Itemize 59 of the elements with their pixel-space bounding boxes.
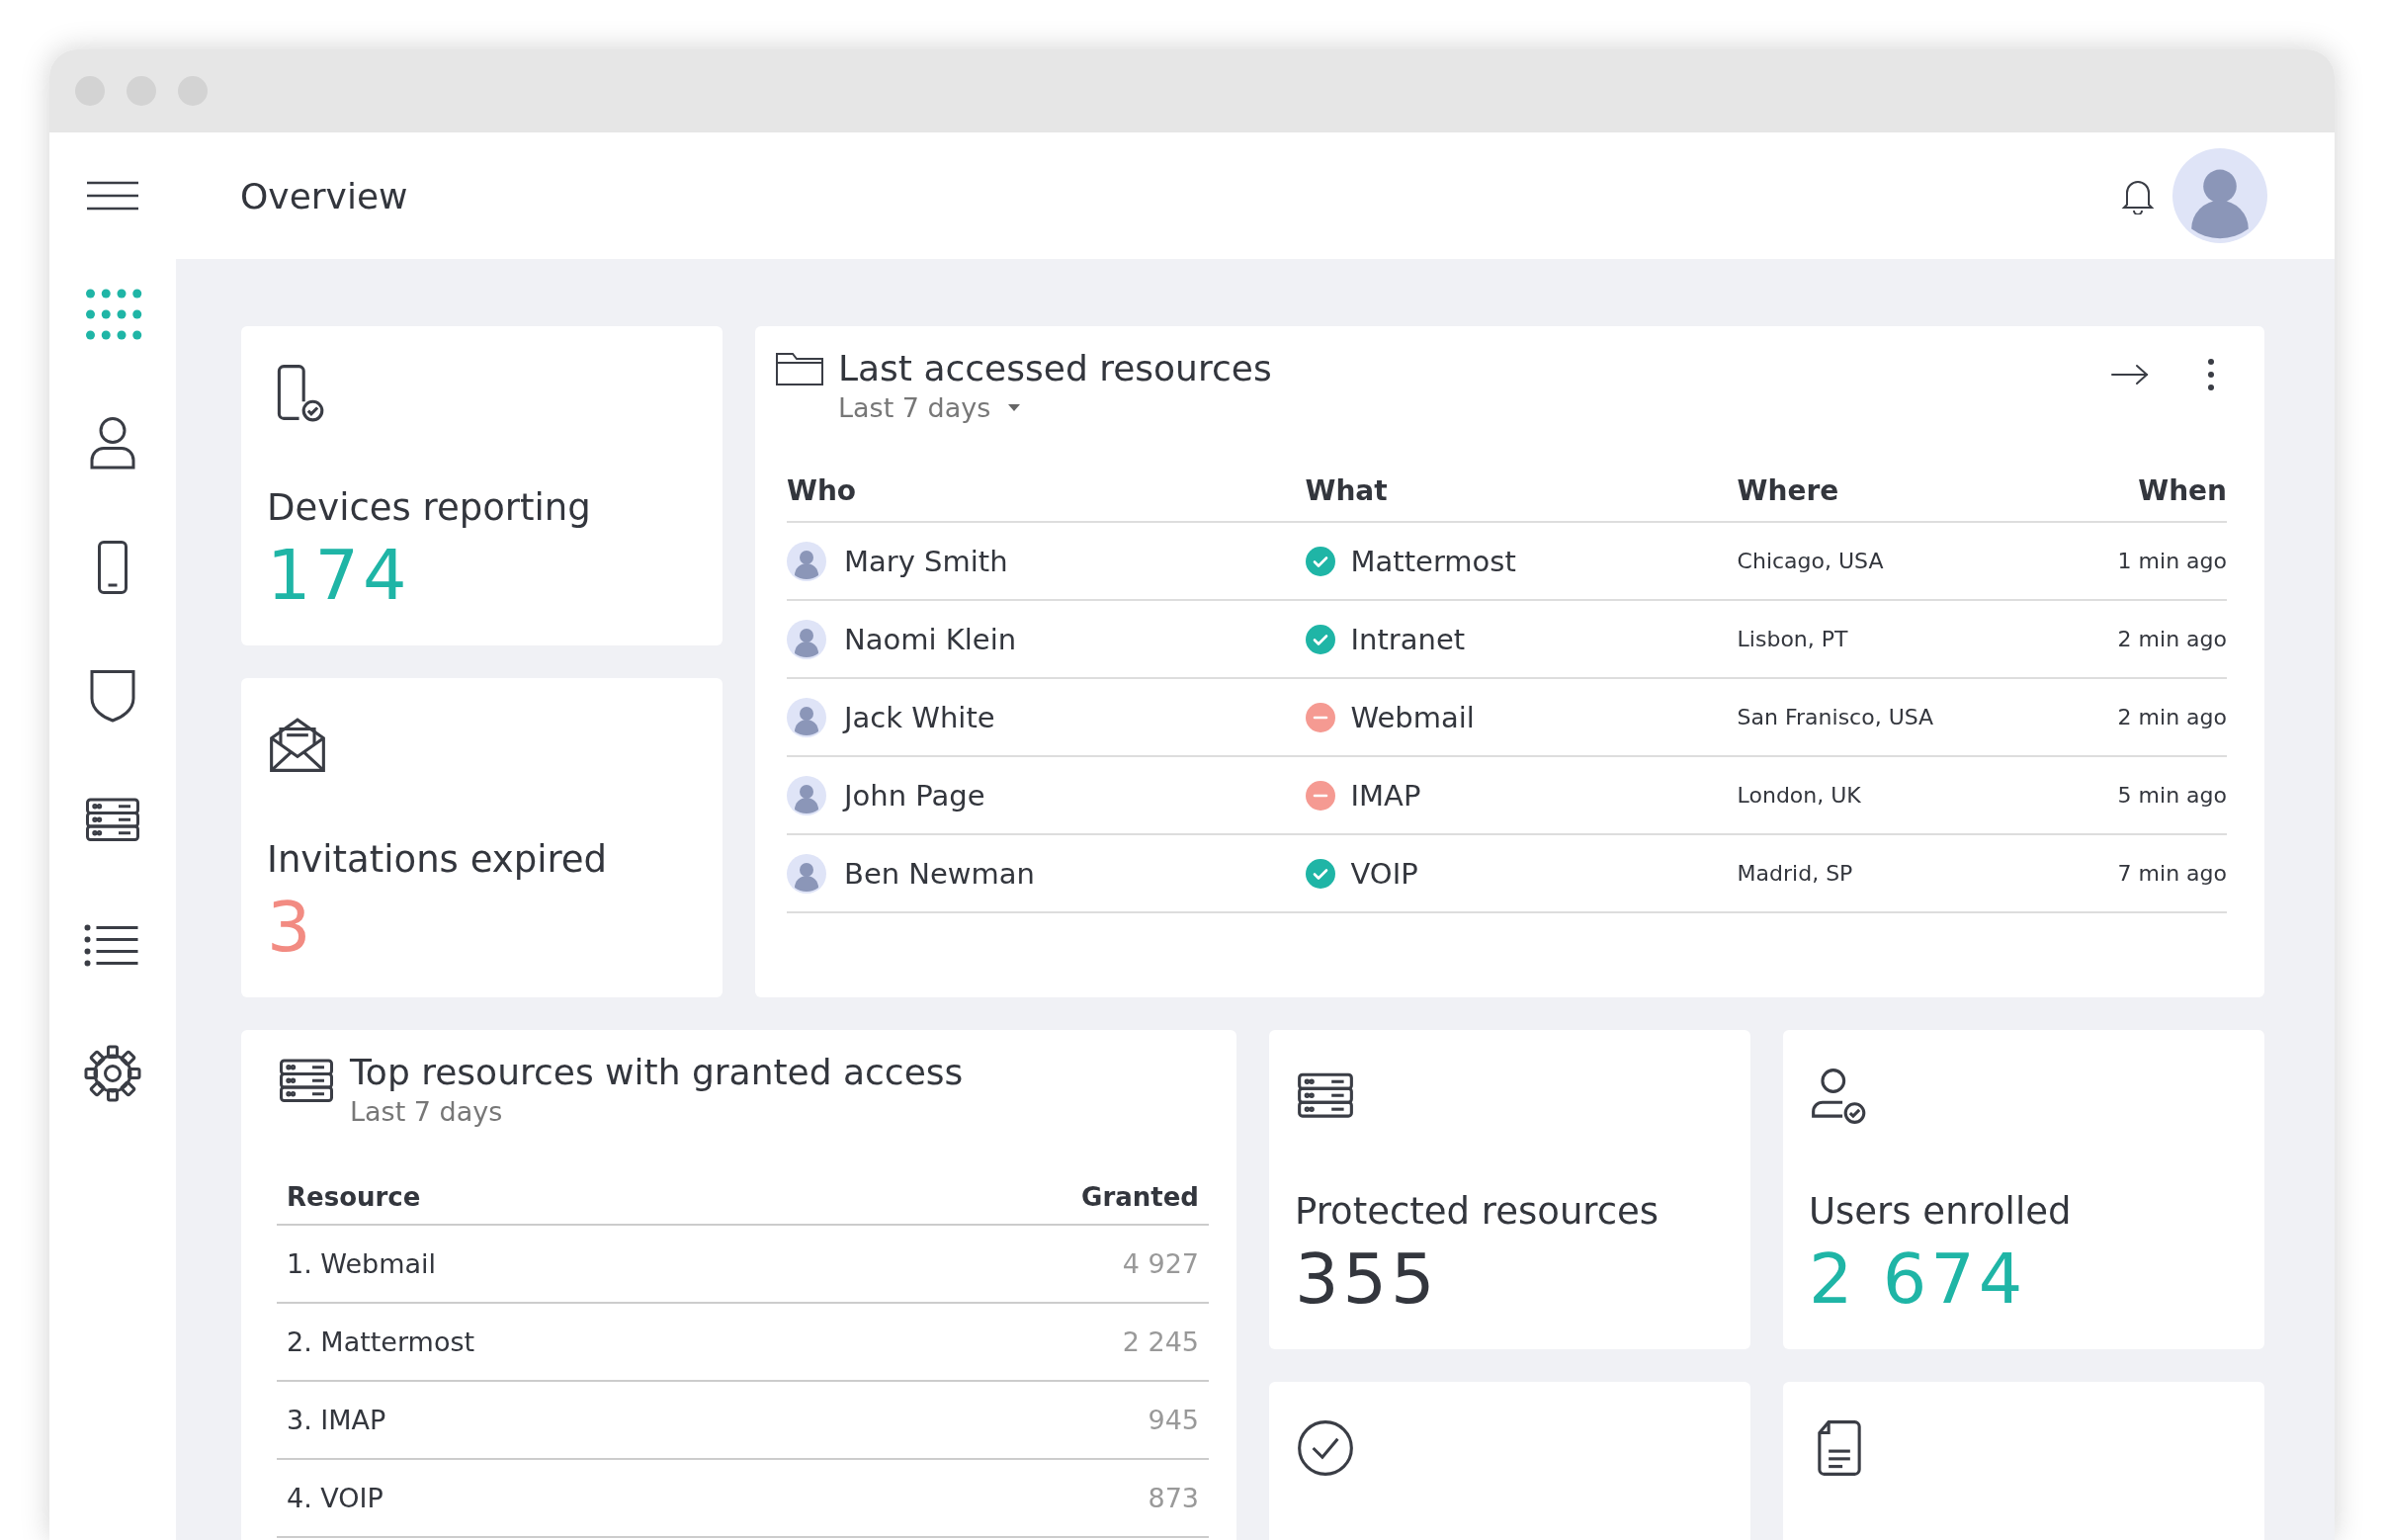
stat-label: Devices reporting bbox=[267, 486, 592, 529]
resource-name: Intranet bbox=[1350, 622, 1466, 656]
stat-value: 355 bbox=[1295, 1244, 1440, 1314]
gear-icon bbox=[83, 1044, 142, 1103]
sidebar-item[interactable] bbox=[83, 1044, 142, 1103]
time-text: 1 min ago bbox=[2117, 549, 2227, 573]
location-text: San Franisco, USA bbox=[1737, 705, 1934, 729]
resource-name: Mattermost bbox=[1350, 544, 1516, 578]
time-text: 2 min ago bbox=[2117, 705, 2227, 729]
column-header: What bbox=[1305, 474, 1388, 507]
resource-name: 1. Webmail bbox=[287, 1248, 437, 1279]
resource-name: Webmail bbox=[1350, 700, 1475, 734]
menu-icon[interactable] bbox=[85, 180, 140, 212]
resource-name: 2. Mattermost bbox=[287, 1326, 475, 1357]
location-text: London, UK bbox=[1737, 783, 1861, 808]
page-title: Overview bbox=[240, 175, 409, 216]
card-title: Top resources with granted access bbox=[350, 1052, 964, 1092]
granted-count: 4 927 bbox=[1122, 1248, 1199, 1279]
card-title: Last accessed resources bbox=[838, 348, 1272, 388]
user-name: Mary Smith bbox=[844, 544, 1008, 578]
period-dropdown[interactable]: Last 7 days bbox=[838, 392, 1021, 423]
avatar-icon bbox=[787, 775, 826, 815]
avatar-icon bbox=[2172, 148, 2267, 243]
location-text: Chicago, USA bbox=[1737, 549, 1884, 573]
column-header: Who bbox=[787, 474, 857, 507]
stat-value: 3 bbox=[267, 893, 316, 962]
granted-count: 2 245 bbox=[1122, 1326, 1199, 1357]
granted-count: 873 bbox=[1148, 1483, 1199, 1513]
resource-name: 4. VOIP bbox=[287, 1483, 383, 1513]
stat-value: 2 674 bbox=[1809, 1244, 2028, 1314]
location-text: Madrid, SP bbox=[1737, 861, 1853, 886]
time-text: 7 min ago bbox=[2117, 861, 2227, 886]
column-header: Where bbox=[1737, 474, 1839, 507]
stat-label: Users enrolled bbox=[1809, 1190, 2073, 1233]
avatar-icon bbox=[787, 541, 826, 581]
user-name: John Page bbox=[844, 778, 985, 813]
column-header: When bbox=[2138, 474, 2227, 507]
resource-name: 3. IMAP bbox=[287, 1405, 386, 1435]
more-icon[interactable] bbox=[2207, 358, 2215, 391]
column-header: Resource bbox=[287, 1182, 421, 1212]
avatar-icon bbox=[787, 619, 826, 659]
time-text: 2 min ago bbox=[2117, 627, 2227, 651]
location-text: Lisbon, PT bbox=[1737, 627, 1848, 651]
stat-label: Invitations expired bbox=[267, 838, 609, 881]
check-circle-icon bbox=[1295, 1417, 1356, 1479]
avatar-icon bbox=[787, 853, 826, 894]
user-name: Ben Newman bbox=[844, 856, 1035, 891]
granted-count: 945 bbox=[1148, 1405, 1199, 1435]
arrow-right-icon[interactable] bbox=[2110, 363, 2150, 386]
resource-name: VOIP bbox=[1350, 856, 1418, 891]
time-text: 5 min ago bbox=[2117, 783, 2227, 808]
column-header: Granted bbox=[1081, 1182, 1199, 1212]
user-name: Naomi Klein bbox=[844, 622, 1017, 656]
user-name: Jack White bbox=[844, 700, 995, 734]
stat-value: 174 bbox=[267, 541, 412, 610]
stat-label: Protected resources bbox=[1295, 1190, 1660, 1233]
avatar-icon bbox=[787, 697, 826, 737]
resource-name: IMAP bbox=[1350, 778, 1421, 813]
period-text: Last 7 days bbox=[350, 1096, 503, 1127]
